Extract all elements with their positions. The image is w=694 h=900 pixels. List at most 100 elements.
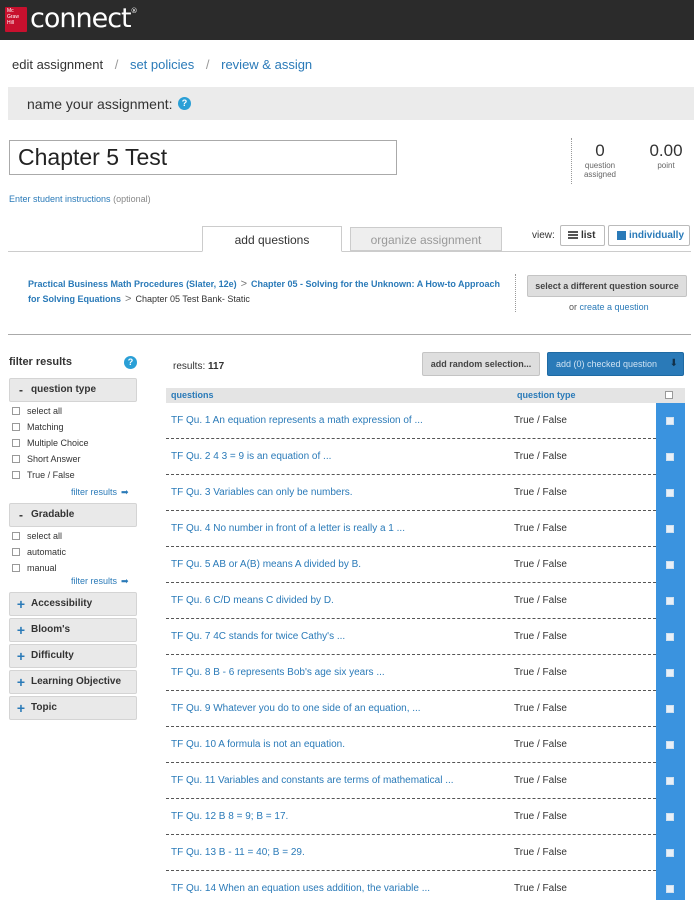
connect-logo[interactable]: connect® bbox=[30, 3, 138, 34]
breadcrumb-book[interactable]: Practical Business Math Procedures (Slat… bbox=[28, 279, 237, 289]
question-link[interactable]: TF Qu. 5 AB or A(B) means A divided by B… bbox=[171, 559, 361, 570]
filter-option-select-all[interactable]: select all bbox=[12, 405, 62, 417]
filter-difficulty-header[interactable]: + Difficulty bbox=[9, 644, 137, 668]
row-checkbox[interactable] bbox=[666, 885, 674, 893]
list-icon bbox=[568, 231, 578, 239]
checkbox[interactable] bbox=[12, 439, 20, 447]
filter-results-link[interactable]: filter results ➡ bbox=[71, 576, 129, 587]
question-type: True / False bbox=[514, 595, 567, 606]
question-link[interactable]: TF Qu. 9 Whatever you do to one side of … bbox=[171, 703, 421, 714]
assignment-steps: edit assignment / set policies / review … bbox=[12, 57, 312, 72]
question-link[interactable]: TF Qu. 1 An equation represents a math e… bbox=[171, 415, 423, 426]
step-review-assign[interactable]: review & assign bbox=[221, 57, 312, 72]
question-link[interactable]: TF Qu. 6 C/D means C divided by D. bbox=[171, 595, 334, 606]
create-question-link[interactable]: create a question bbox=[580, 302, 649, 312]
row-checkbox[interactable] bbox=[666, 849, 674, 857]
filter-question-type-header[interactable]: - question type bbox=[9, 378, 137, 402]
checkbox[interactable] bbox=[12, 455, 20, 463]
question-link[interactable]: TF Qu. 7 4C stands for twice Cathy's ... bbox=[171, 631, 345, 642]
questions-table-header: questions question type bbox=[166, 388, 685, 403]
create-question-line: or create a question bbox=[569, 302, 649, 312]
checkbox[interactable] bbox=[12, 532, 20, 540]
question-link[interactable]: TF Qu. 12 B 8 = 9; B = 17. bbox=[171, 811, 288, 822]
filter-results-link[interactable]: filter results ➡ bbox=[71, 487, 129, 498]
filter-option-short-answer[interactable]: Short Answer bbox=[12, 453, 81, 465]
question-link[interactable]: TF Qu. 3 Variables can only be numbers. bbox=[171, 487, 353, 498]
help-icon[interactable]: ? bbox=[178, 97, 191, 110]
filter-option-multiple-choice[interactable]: Multiple Choice bbox=[12, 437, 89, 449]
filter-option-manual[interactable]: manual bbox=[12, 562, 57, 574]
table-row: TF Qu. 4 No number in front of a letter … bbox=[166, 511, 656, 547]
table-row: TF Qu. 9 Whatever you do to one side of … bbox=[166, 691, 656, 727]
name-assignment-bar: name your assignment: ? bbox=[8, 87, 694, 120]
column-questions[interactable]: questions bbox=[171, 390, 214, 400]
row-checkbox[interactable] bbox=[666, 705, 674, 713]
add-random-selection-button[interactable]: add random selection... bbox=[422, 352, 540, 376]
student-instructions-link[interactable]: Enter student instructions bbox=[9, 194, 111, 204]
checkbox[interactable] bbox=[12, 423, 20, 431]
filter-gradable-label: Gradable bbox=[31, 509, 75, 520]
filter-topic-header[interactable]: + Topic bbox=[9, 696, 137, 720]
question-link[interactable]: TF Qu. 13 B - 11 = 40; B = 29. bbox=[171, 847, 305, 858]
tab-organize-assignment[interactable]: organize assignment bbox=[350, 227, 502, 251]
question-type: True / False bbox=[514, 703, 567, 714]
expand-icon: + bbox=[16, 622, 26, 638]
view-individually-label: individually bbox=[629, 230, 685, 241]
step-separator: / bbox=[114, 57, 119, 72]
row-checkbox[interactable] bbox=[666, 669, 674, 677]
row-checkbox[interactable] bbox=[666, 777, 674, 785]
question-type: True / False bbox=[514, 415, 567, 426]
table-row: TF Qu. 3 Variables can only be numbers. T… bbox=[166, 475, 656, 511]
question-link[interactable]: TF Qu. 10 A formula is not an equation. bbox=[171, 739, 345, 750]
filter-blooms-header[interactable]: + Bloom's bbox=[9, 618, 137, 642]
question-link[interactable]: TF Qu. 4 No number in front of a letter … bbox=[171, 523, 405, 534]
checkbox[interactable] bbox=[12, 407, 20, 415]
table-row: TF Qu. 13 B - 11 = 40; B = 29. True / Fal… bbox=[166, 835, 656, 871]
row-checkbox[interactable] bbox=[666, 453, 674, 461]
filter-accessibility-header[interactable]: + Accessibility bbox=[9, 592, 137, 616]
selection-column bbox=[656, 403, 685, 900]
filter-option-automatic[interactable]: automatic bbox=[12, 546, 66, 558]
filter-option-matching[interactable]: Matching bbox=[12, 421, 64, 433]
row-checkbox[interactable] bbox=[666, 813, 674, 821]
row-checkbox[interactable] bbox=[666, 633, 674, 641]
step-set-policies[interactable]: set policies bbox=[130, 57, 194, 72]
filter-option-true-false[interactable]: True / False bbox=[12, 469, 75, 481]
question-type: True / False bbox=[514, 739, 567, 750]
help-icon[interactable]: ? bbox=[124, 356, 137, 369]
checkbox[interactable] bbox=[12, 564, 20, 572]
assigned-label: assigned bbox=[583, 170, 617, 179]
mcgraw-hill-logo[interactable]: Mc Graw Hill bbox=[5, 7, 27, 32]
filter-option-select-all[interactable]: select all bbox=[12, 530, 62, 542]
filter-learning-objective-header[interactable]: + Learning Objective bbox=[9, 670, 137, 694]
question-link[interactable]: TF Qu. 14 When an equation uses addition… bbox=[171, 883, 430, 894]
row-checkbox[interactable] bbox=[666, 561, 674, 569]
row-checkbox[interactable] bbox=[666, 525, 674, 533]
question-source-breadcrumb: Practical Business Math Procedures (Slat… bbox=[28, 277, 510, 307]
row-checkbox[interactable] bbox=[666, 741, 674, 749]
checkbox[interactable] bbox=[12, 471, 20, 479]
breadcrumb-separator: > bbox=[125, 293, 132, 305]
select-all-checkbox[interactable] bbox=[665, 391, 673, 399]
filter-gradable-header[interactable]: - Gradable bbox=[9, 503, 137, 527]
select-question-source-button[interactable]: select a different question source bbox=[527, 275, 687, 297]
name-assignment-label: name your assignment: bbox=[27, 96, 173, 112]
question-type: True / False bbox=[514, 523, 567, 534]
add-checked-questions-button[interactable]: add (0) checked question ⬇ bbox=[547, 352, 684, 376]
row-checkbox[interactable] bbox=[666, 417, 674, 425]
tab-add-questions[interactable]: add questions bbox=[202, 226, 342, 252]
arrow-right-icon: ➡ bbox=[121, 576, 129, 586]
view-individually-button[interactable]: individually bbox=[608, 225, 690, 246]
view-list-button[interactable]: list bbox=[560, 225, 605, 246]
question-link[interactable]: TF Qu. 11 Variables and constants are te… bbox=[171, 775, 454, 786]
collapse-icon: - bbox=[19, 508, 23, 522]
question-link[interactable]: TF Qu. 8 B - 6 represents Bob's age six … bbox=[171, 667, 385, 678]
points-label: point bbox=[657, 161, 675, 170]
column-question-type[interactable]: question type bbox=[517, 390, 576, 400]
assignment-title-input[interactable] bbox=[9, 140, 397, 175]
row-checkbox[interactable] bbox=[666, 597, 674, 605]
row-checkbox[interactable] bbox=[666, 489, 674, 497]
table-row: TF Qu. 7 4C stands for twice Cathy's ...… bbox=[166, 619, 656, 655]
question-link[interactable]: TF Qu. 2 4 3 = 9 is an equation of ... bbox=[171, 451, 331, 462]
checkbox[interactable] bbox=[12, 548, 20, 556]
